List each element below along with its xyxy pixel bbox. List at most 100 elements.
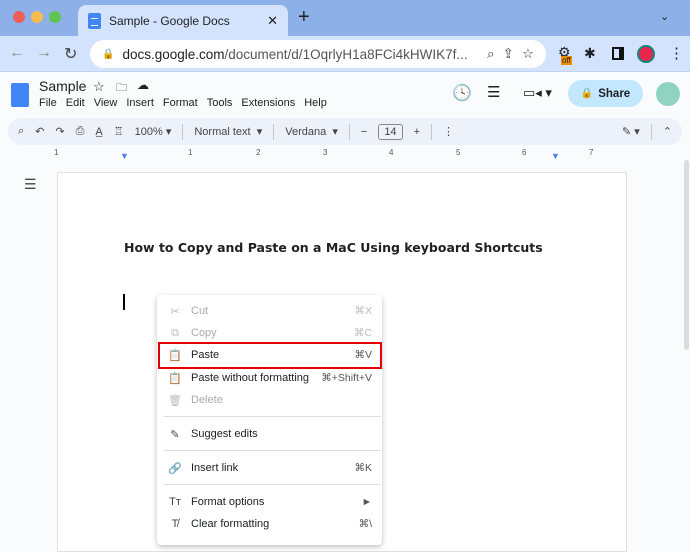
print-icon[interactable]: ⎙ xyxy=(76,125,85,138)
ruler-label: 2 xyxy=(256,148,261,157)
context-menu-item-cut: ✂ Cut ⌘X xyxy=(157,300,382,322)
font-size-input[interactable]: 14 xyxy=(378,123,403,140)
menu-item-shortcut: ⌘\ xyxy=(358,518,372,530)
browser-tab[interactable]: Sample - Google Docs ✕ xyxy=(78,5,288,36)
ruler-label: 7 xyxy=(589,148,594,157)
url-host: docs.google.com xyxy=(122,46,225,62)
menu-item-icon: 🔗 xyxy=(168,462,182,475)
menu-item-label: Copy xyxy=(191,327,217,339)
context-menu-item-paste-without-formatting[interactable]: 📋 Paste without formatting ⌘+Shift+V xyxy=(157,367,382,389)
editing-mode-icon[interactable]: ✎ ▾ xyxy=(622,125,640,138)
right-indent-marker[interactable]: ▼ xyxy=(551,151,560,161)
context-menu-item-copy: ⧉ Copy ⌘C xyxy=(157,322,382,344)
bookmark-star-icon[interactable]: ☆ xyxy=(522,46,534,62)
menu-edit[interactable]: Edit xyxy=(66,97,85,109)
ruler: 1 ▼ 1 2 3 4 5 6 ▼ 7 xyxy=(40,148,640,162)
hide-menus-chevron-icon[interactable]: ⌃ xyxy=(663,125,672,138)
share-page-icon[interactable]: ⇪ xyxy=(503,46,514,62)
menu-divider xyxy=(164,416,381,417)
context-menu-item-delete: 🗑 Delete xyxy=(157,389,382,411)
move-folder-icon[interactable]: 🗀 xyxy=(116,79,127,98)
address-row: ← → ↻ 🔒 docs.google.com/document/d/1Oqrl… xyxy=(0,36,690,72)
menu-item-icon: 🗑 xyxy=(168,394,182,407)
left-indent-marker[interactable]: ▼ xyxy=(120,151,129,161)
menu-bar: File Edit View Insert Format Tools Exten… xyxy=(39,97,327,109)
docs-logo-icon xyxy=(11,83,29,107)
menu-item-icon: T̸ xyxy=(171,518,179,530)
extensions-puzzle-icon[interactable]: ✱ xyxy=(584,45,596,62)
extension-badge: off xyxy=(561,56,572,65)
share-button[interactable]: 🔒 Share xyxy=(568,80,643,107)
cloud-saved-icon[interactable]: ☁ xyxy=(137,78,149,92)
scrollbar[interactable] xyxy=(684,160,689,350)
context-menu-item-clear-formatting[interactable]: T̸ Clear formatting ⌘\ xyxy=(157,513,382,535)
version-history-icon[interactable]: 🕓 xyxy=(452,83,472,103)
document-title[interactable]: Sample xyxy=(39,78,86,94)
close-window-button[interactable] xyxy=(13,11,25,23)
comments-icon[interactable]: ☰ xyxy=(487,83,500,101)
menu-format[interactable]: Format xyxy=(163,97,198,109)
menu-item-icon: ✎ xyxy=(170,428,180,441)
font-select[interactable]: Verdana ▾ xyxy=(285,125,338,138)
divider xyxy=(182,123,184,140)
lock-icon: 🔒 xyxy=(102,48,115,60)
outline-icon[interactable]: ☰ xyxy=(24,176,37,193)
menu-tools[interactable]: Tools xyxy=(207,97,233,109)
meet-icon[interactable]: ▭◂ ▾ xyxy=(523,85,552,101)
paint-format-icon[interactable]: ♖ xyxy=(114,125,124,138)
menu-item-label: Clear formatting xyxy=(191,518,270,530)
divider xyxy=(348,123,350,140)
more-options-icon[interactable]: ⋮ xyxy=(443,125,454,138)
divider xyxy=(431,123,432,140)
style-select[interactable]: Normal text ▾ xyxy=(194,125,262,138)
menu-item-icon: ✂ xyxy=(170,305,180,318)
forward-button[interactable]: → xyxy=(36,44,52,62)
reload-button[interactable]: ↻ xyxy=(64,44,77,64)
close-tab-icon[interactable]: ✕ xyxy=(267,13,278,29)
share-label: Share xyxy=(598,87,631,100)
redo-icon[interactable]: ↷ xyxy=(55,125,64,138)
back-button[interactable]: ← xyxy=(9,44,25,62)
profile-avatar[interactable] xyxy=(637,45,655,63)
menu-view[interactable]: View xyxy=(94,97,118,109)
tab-list-chevron-icon[interactable]: ⌄ xyxy=(660,10,669,23)
side-panel-icon[interactable] xyxy=(612,47,624,60)
menu-item-shortcut: ⌘K xyxy=(354,462,372,474)
context-menu: ✂ Cut ⌘X ⧉ Copy ⌘C 📋 Paste ⌘V 📋 Paste without form… xyxy=(157,295,382,545)
menu-item-label: Insert link xyxy=(191,462,239,474)
zoom-select[interactable]: 100% ▾ xyxy=(135,125,172,138)
menu-divider xyxy=(164,484,381,485)
lock-icon: 🔒 xyxy=(580,88,594,99)
minimize-window-button[interactable] xyxy=(31,11,43,23)
ruler-label: 1 xyxy=(54,148,59,157)
maximize-window-button[interactable] xyxy=(49,11,61,23)
address-bar[interactable]: 🔒 docs.google.com/document/d/1OqrlyH1a8F… xyxy=(90,40,546,68)
menu-item-label: Suggest edits xyxy=(191,428,258,440)
undo-icon[interactable]: ↶ xyxy=(35,125,44,138)
menu-item-label: Format options xyxy=(191,496,265,508)
menu-item-shortcut: ► xyxy=(361,496,372,508)
menu-help[interactable]: Help xyxy=(304,97,327,109)
menu-divider xyxy=(164,450,381,451)
zoom-icon[interactable]: ⌕ xyxy=(487,46,495,62)
star-icon[interactable]: ☆ xyxy=(93,79,105,95)
increase-font-size-button[interactable]: + xyxy=(414,126,420,138)
menu-item-label: Cut xyxy=(191,305,209,317)
menu-file[interactable]: File xyxy=(39,97,57,109)
new-tab-button[interactable]: + xyxy=(298,6,310,29)
google-docs-icon xyxy=(88,12,101,29)
menu-extensions[interactable]: Extensions xyxy=(241,97,295,109)
context-menu-item-format-options[interactable]: Tт Format options ► xyxy=(157,491,382,513)
document-heading: How to Copy and Paste on a MaC Using key… xyxy=(124,240,543,255)
menu-insert[interactable]: Insert xyxy=(126,97,154,109)
context-menu-item-insert-link[interactable]: 🔗 Insert link ⌘K xyxy=(157,457,382,479)
menu-item-shortcut: ⌘+Shift+V xyxy=(321,372,372,384)
spellcheck-icon[interactable]: A̲ xyxy=(95,126,102,138)
context-menu-item-suggest-edits[interactable]: ✎ Suggest edits xyxy=(157,423,382,445)
browser-menu-icon[interactable]: ⋮ xyxy=(669,44,684,62)
decrease-font-size-button[interactable]: − xyxy=(361,126,367,138)
search-menus-icon[interactable]: ⌕ xyxy=(18,125,24,138)
ruler-label: 1 xyxy=(188,148,193,157)
user-avatar[interactable] xyxy=(656,82,680,106)
menu-item-icon: 📋 xyxy=(168,372,182,385)
